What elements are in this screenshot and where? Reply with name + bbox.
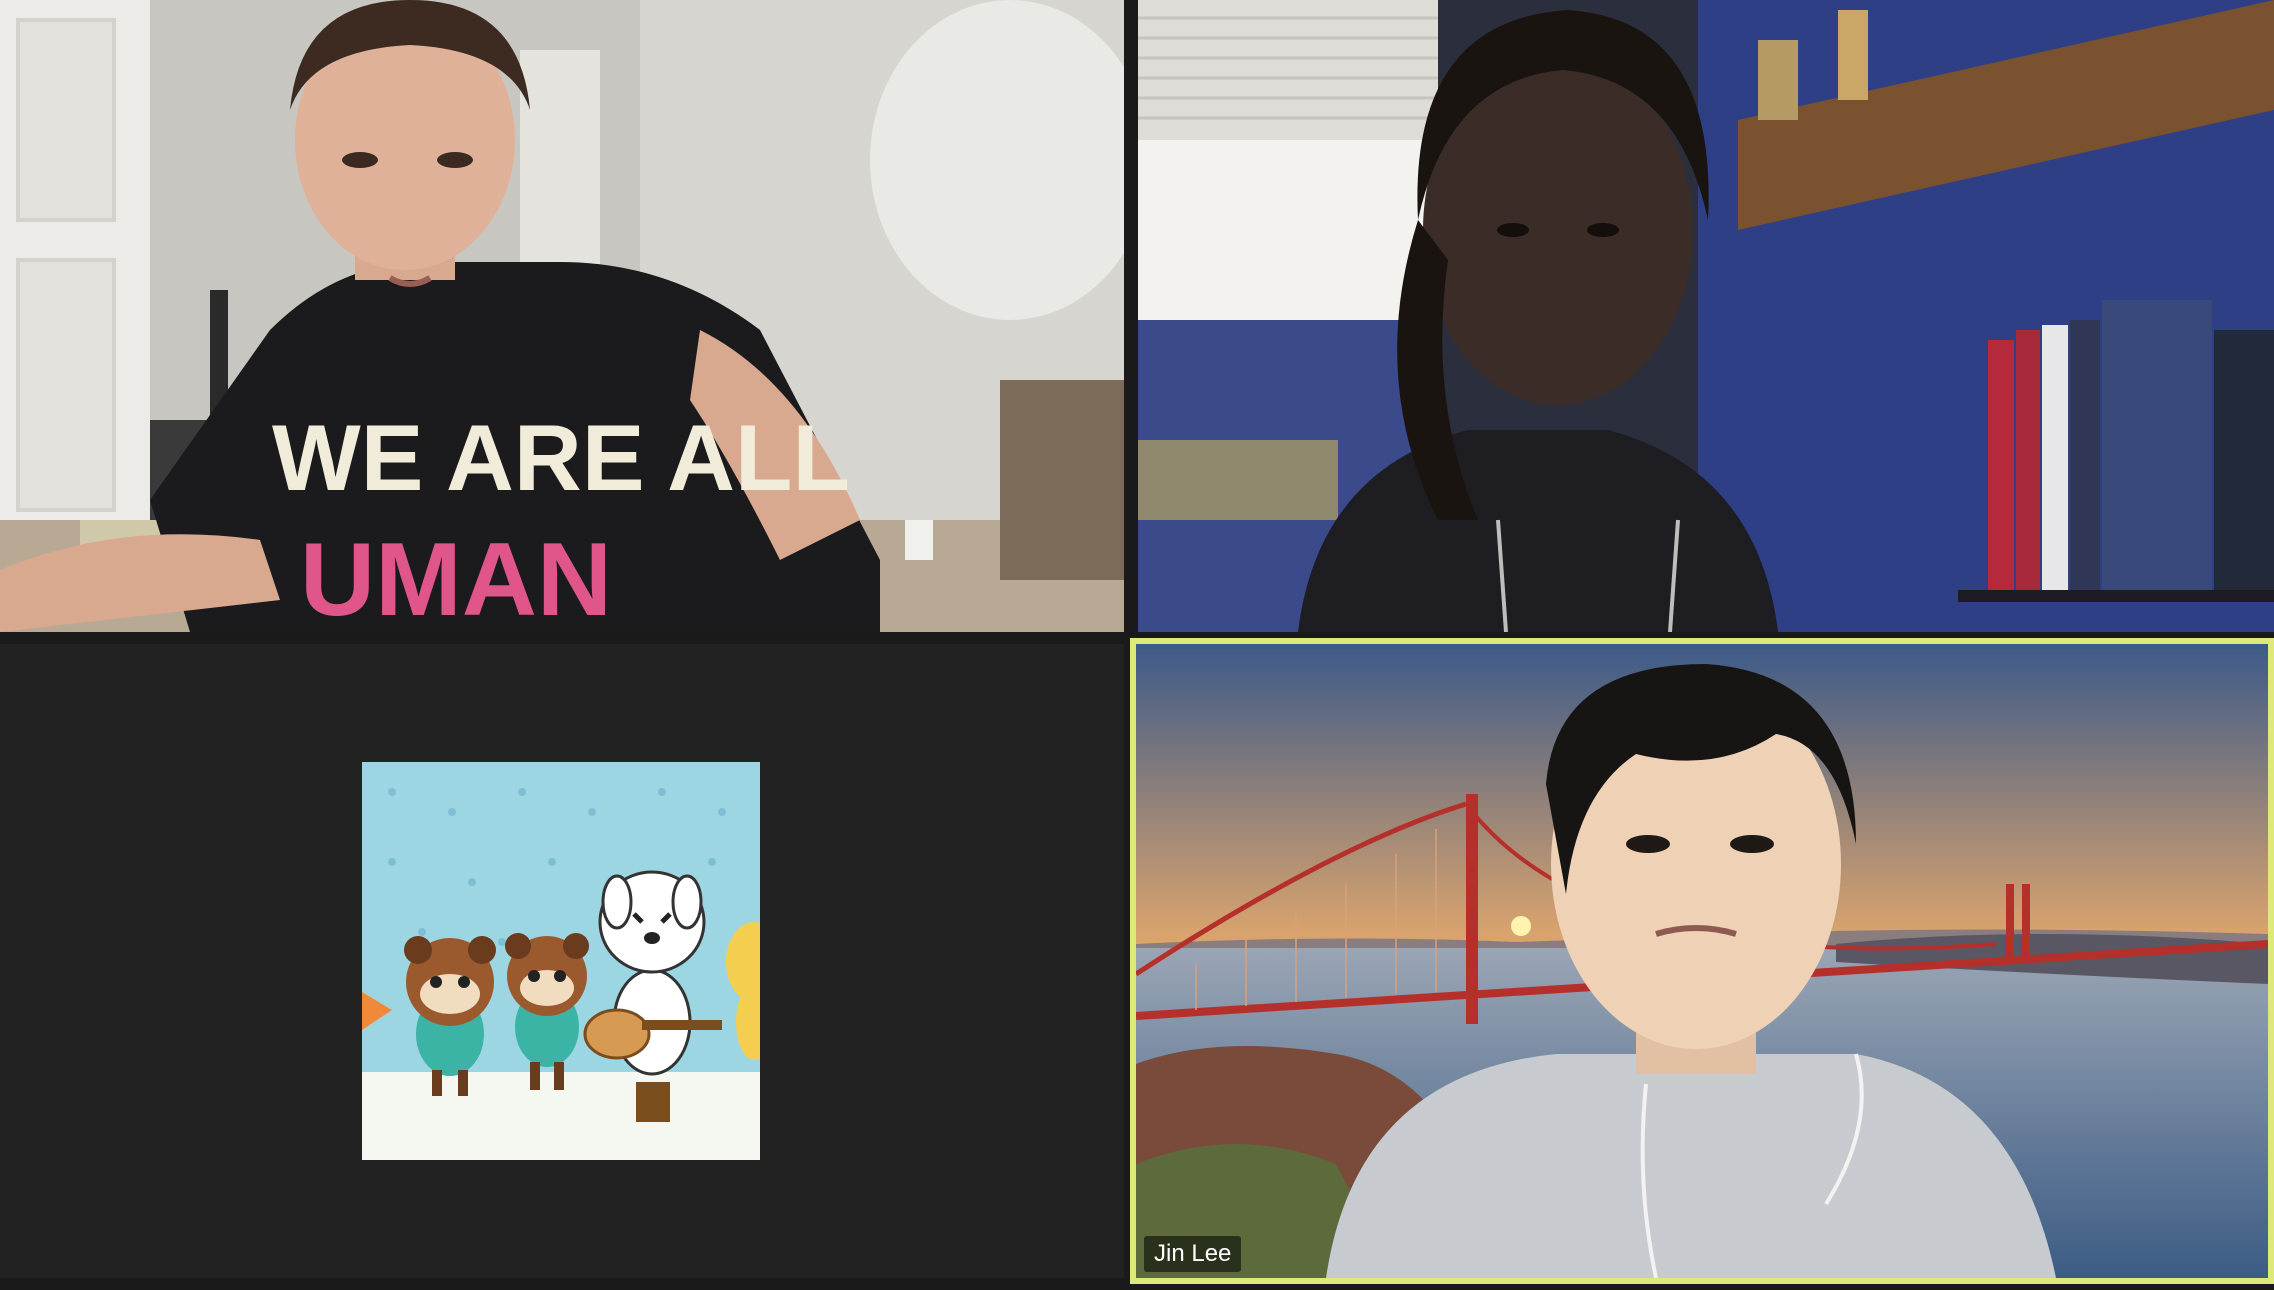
participant-video-tile-3[interactable] <box>0 644 1124 1278</box>
participant-video-tile-4[interactable]: Jin Lee <box>1130 638 2274 1284</box>
participant-video-1: WE ARE ALL UMAN <box>0 0 1124 632</box>
participant-video-4 <box>1136 644 2268 1278</box>
participant-profile-picture <box>362 762 760 1160</box>
shirt-text-line1: WE ARE ALL <box>272 405 850 510</box>
participant-video-2 <box>1138 0 2274 632</box>
participant-video-tile-2[interactable] <box>1138 0 2274 632</box>
shirt-text-line2: UMAN <box>300 522 612 632</box>
participant-video-tile-1[interactable]: WE ARE ALL UMAN <box>0 0 1124 632</box>
participant-name-label: Jin Lee <box>1144 1236 1242 1272</box>
